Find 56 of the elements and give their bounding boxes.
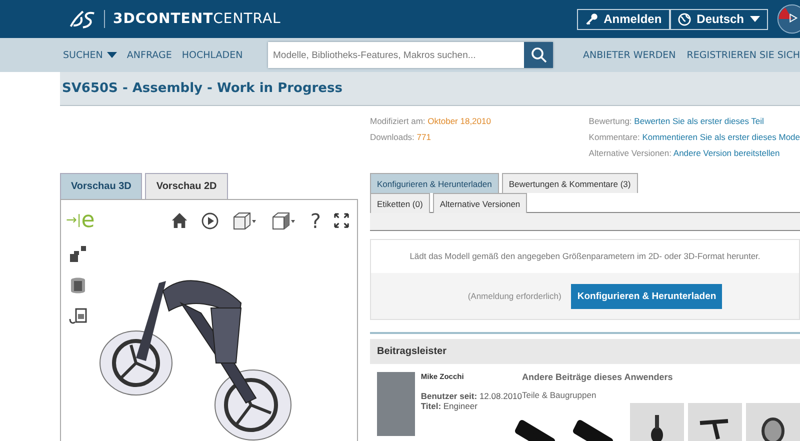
measure-icon[interactable] [69, 307, 87, 325]
cylinder-thumbnail[interactable] [746, 403, 800, 441]
detail-tab[interactable]: Konfigurieren & Herunterladen [370, 173, 499, 193]
logo-icon [68, 9, 96, 29]
meta-link[interactable]: Bewerten Sie als erster dieses Teil [634, 116, 764, 126]
play-icon[interactable] [201, 212, 220, 230]
other-contributions-heading: Andere Beiträge dieses Anwenders [522, 372, 674, 382]
caret-icon [750, 16, 760, 22]
lever-thumbnail[interactable] [688, 403, 742, 441]
meta-label: Downloads: [370, 132, 414, 142]
category-label: Teile & Baugruppen [522, 390, 598, 400]
cube-view-icon[interactable] [232, 210, 258, 230]
contributor-heading: Beitragsleister [377, 346, 446, 357]
nav-link[interactable]: ANBIETER WERDEN [583, 50, 676, 60]
search-icon [530, 47, 547, 63]
photo-placeholder [377, 372, 415, 436]
detail-tab[interactable]: Alternative Versionen [432, 193, 528, 213]
login-button[interactable]: Anmelden [576, 8, 670, 30]
fullscreen-icon[interactable] [334, 213, 349, 228]
member-since: Benutzer seit: 12.08.2010 [420, 391, 522, 401]
explode-icon[interactable] [69, 245, 87, 263]
cube-display-icon[interactable] [271, 210, 298, 230]
meta-value: Oktober 18,2010 [428, 116, 491, 126]
preview-tab[interactable]: Vorschau 3D [60, 173, 142, 199]
detail-tab[interactable]: Etiketten (0) [370, 193, 430, 213]
preview-tab[interactable]: Vorschau 2D [145, 173, 228, 199]
brand-name: 3DCONTENTCENTRAL [113, 11, 281, 27]
meta-link[interactable]: Kommentieren Sie als erster dieses Mode [642, 132, 800, 142]
key-icon [584, 12, 598, 26]
help-icon[interactable]: ? [310, 210, 321, 230]
meta-label: Alternative Versionen: [588, 148, 672, 158]
search-button[interactable] [524, 42, 554, 68]
nav-link[interactable]: REGISTRIEREN SIE SICH [686, 50, 800, 60]
search-field[interactable]: Modelle, Bibliotheks-Features, Makros suchen... [268, 42, 524, 68]
meta-label: Kommentare: [588, 132, 640, 142]
viewer-logo: →|e [66, 208, 95, 233]
user-title: Titel: Engineer [420, 401, 478, 411]
meta-link[interactable]: Andere Version bereitstellen [673, 148, 780, 158]
page-title: SV650S - Assembly - Work in Progress [62, 81, 342, 96]
nav-link[interactable]: HOCHLADEN [182, 50, 243, 60]
language-dropdown[interactable]: Deutsch [670, 8, 768, 30]
detail-tab[interactable]: Bewertungen & Kommentare (3) [502, 173, 638, 193]
section-icon[interactable] [69, 276, 87, 294]
nav-link[interactable]: SUCHEN [63, 50, 117, 60]
meta-value: 771 [416, 132, 431, 142]
caret-icon [106, 52, 117, 58]
download-description: Lädt das Modell gemäß den angegeben Größenparametern im 2D- oder 3D-Format herunter. [371, 240, 799, 273]
meta-label: Modifiziert am: [370, 116, 426, 126]
home-icon[interactable] [171, 212, 188, 229]
nav-link[interactable]: ANFRAGE [126, 50, 172, 60]
configure-download-button[interactable]: Konfigurieren & Herunterladen [571, 284, 722, 308]
knob-thumbnail[interactable] [630, 403, 684, 441]
meta-label: Bewertung: [588, 116, 632, 126]
compass-badge-icon[interactable] [776, 3, 800, 35]
login-note: (Anmeldung erforderlich) [468, 291, 562, 301]
globe-icon [678, 12, 691, 26]
